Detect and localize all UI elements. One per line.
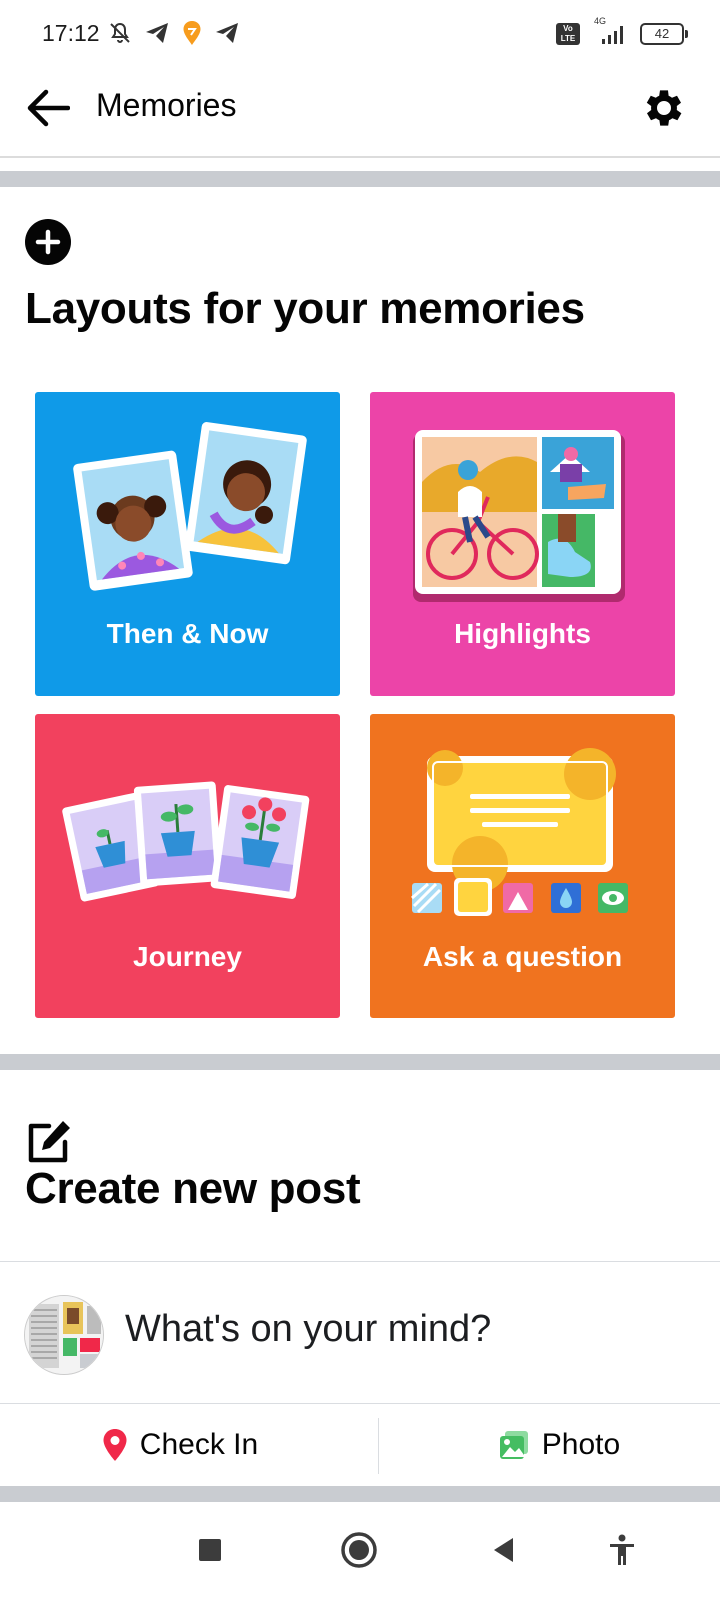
check-in-label: Check In bbox=[139, 1428, 259, 1461]
back-button[interactable] bbox=[22, 82, 74, 134]
layouts-title: Layouts for your memories bbox=[25, 284, 585, 333]
section-divider bbox=[0, 171, 720, 187]
tile-label: Journey bbox=[133, 941, 242, 972]
post-actions: Check In Photo bbox=[0, 1404, 720, 1486]
photo-icon bbox=[499, 1431, 528, 1459]
app-bar: Memories bbox=[0, 72, 720, 158]
accessibility-icon bbox=[610, 1534, 634, 1565]
tile-label: Then & Now bbox=[106, 618, 269, 649]
layout-tile-highlights[interactable]: Highlights bbox=[370, 392, 675, 696]
photo-label: Photo bbox=[541, 1428, 621, 1461]
signal-icon: 4G bbox=[592, 16, 628, 46]
tile-label: Highlights bbox=[454, 618, 591, 649]
status-system-icons: Vo LTE 4G 42 bbox=[556, 16, 688, 46]
tile-label: Ask a question bbox=[422, 941, 623, 972]
section-divider bbox=[0, 1054, 720, 1070]
layout-tile-journey[interactable]: Journey bbox=[35, 714, 340, 1018]
status-notification-icons bbox=[108, 20, 240, 46]
whats-on-your-mind-input[interactable]: What's on your mind? bbox=[125, 1308, 491, 1351]
back-arrow-icon bbox=[27, 89, 70, 127]
avatar bbox=[24, 1295, 104, 1375]
back-nav-button[interactable] bbox=[478, 1524, 530, 1576]
volte-icon: Vo LTE bbox=[556, 23, 580, 45]
triangle-back-icon bbox=[494, 1538, 513, 1562]
page-title: Memories bbox=[96, 87, 237, 123]
settings-button[interactable] bbox=[636, 80, 692, 136]
create-post-title: Create new post bbox=[25, 1164, 361, 1213]
edit-icon bbox=[25, 1118, 73, 1166]
status-time: 17:12 bbox=[42, 20, 100, 46]
post-composer[interactable]: What's on your mind? bbox=[0, 1261, 720, 1404]
battery-icon: 42 bbox=[640, 23, 688, 45]
layout-tile-then-and-now[interactable]: Then & Now bbox=[35, 392, 340, 696]
bell-muted-icon bbox=[110, 22, 130, 43]
photo-button[interactable]: Photo bbox=[379, 1404, 720, 1486]
telegram-icon bbox=[146, 23, 168, 43]
status-bar: 17:12 Vo LTE 4G 42 bbox=[0, 0, 720, 72]
home-circle-icon bbox=[341, 1532, 377, 1568]
telegram-icon bbox=[216, 23, 238, 43]
location-pin-icon bbox=[103, 1429, 127, 1461]
recents-button[interactable] bbox=[184, 1524, 236, 1576]
section-divider bbox=[0, 1486, 720, 1502]
highlights-illustration bbox=[413, 430, 625, 602]
accessibility-button[interactable] bbox=[596, 1524, 648, 1576]
layout-tile-ask-a-question[interactable]: Ask a question bbox=[370, 714, 675, 1018]
home-button[interactable] bbox=[333, 1524, 385, 1576]
square-icon bbox=[199, 1539, 221, 1561]
check-in-button[interactable]: Check In bbox=[0, 1404, 360, 1486]
gear-icon bbox=[646, 90, 682, 126]
then-and-now-illustration bbox=[73, 422, 307, 591]
add-circle-icon bbox=[25, 219, 71, 265]
system-nav-bar bbox=[0, 1502, 720, 1600]
swiggy-icon bbox=[183, 21, 201, 45]
